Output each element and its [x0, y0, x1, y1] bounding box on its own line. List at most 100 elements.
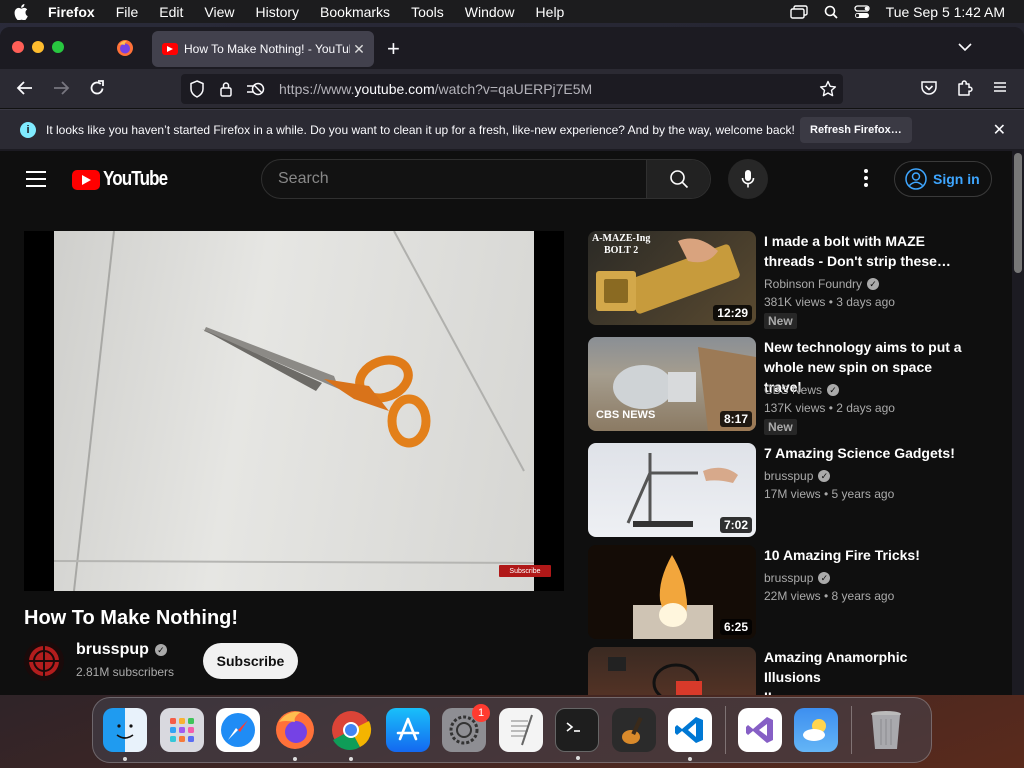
verified-check-icon: ✓ [818, 470, 831, 482]
menu-history[interactable]: History [255, 4, 299, 20]
firefox-view-icon[interactable] [116, 39, 134, 57]
new-badge: New [764, 419, 797, 435]
recommended-video-title[interactable]: 7 Amazing Science Gadgets! [764, 443, 964, 463]
subscribe-watermark[interactable]: Subscribe [499, 565, 551, 577]
video-thumbnail[interactable] [588, 647, 756, 695]
youtube-page: YouTube Sign in [0, 151, 1012, 695]
forward-arrow-icon[interactable] [52, 79, 70, 102]
menu-edit[interactable]: Edit [159, 4, 183, 20]
recommended-video-title[interactable]: Amazing Anamorphic IllusionsII [764, 647, 964, 695]
recommended-channel[interactable]: brusspup ✓ [764, 571, 831, 585]
sign-in-button[interactable]: Sign in [894, 161, 992, 197]
chevron-down-icon[interactable] [958, 39, 972, 57]
safari-icon[interactable] [216, 708, 260, 752]
video-thumbnail[interactable]: 7:02 [588, 443, 756, 537]
menu-file[interactable]: File [116, 4, 139, 20]
refresh-firefox-button[interactable]: Refresh Firefox… [800, 117, 912, 143]
video-meta: 137K views • 2 days ago [764, 401, 895, 415]
app-menu-hamburger-icon[interactable] [992, 79, 1008, 100]
zoom-window-button[interactable] [52, 41, 64, 53]
youtube-favicon-icon [162, 43, 178, 55]
app-store-icon[interactable] [385, 708, 430, 752]
scrollbar-thumb[interactable] [1014, 153, 1022, 273]
permissions-icon[interactable] [245, 80, 265, 98]
control-center-icon[interactable] [854, 4, 870, 19]
textedit-icon[interactable] [498, 708, 543, 752]
dock: 1 [92, 697, 932, 763]
recommended-video[interactable]: CBS NEWS 8:17 New technology aims to put… [588, 337, 968, 435]
menu-bookmarks[interactable]: Bookmarks [320, 4, 390, 20]
search-button[interactable] [646, 160, 710, 198]
recommended-video[interactable]: 7:02 7 Amazing Science Gadgets! brusspup… [588, 443, 968, 539]
apple-icon[interactable] [14, 3, 34, 20]
menu-clock[interactable]: Tue Sep 5 1:42 AM [886, 4, 1005, 20]
visual-studio-icon[interactable] [737, 708, 782, 752]
close-tab-icon[interactable]: ✕ [350, 41, 368, 58]
system-settings-icon[interactable]: 1 [442, 704, 490, 752]
notification-text: It looks like you haven’t started Firefo… [46, 122, 795, 137]
url-bar[interactable]: https://www.youtube.com/watch?v=qaUERPj7… [181, 74, 843, 104]
search-input[interactable] [262, 160, 646, 198]
menu-app-name[interactable]: Firefox [48, 4, 95, 20]
recommended-video[interactable]: 6:25 10 Amazing Fire Tricks! brusspup ✓ 2… [588, 545, 968, 641]
menu-view[interactable]: View [204, 4, 234, 20]
recommended-channel[interactable]: Robinson Foundry ✓ [764, 277, 880, 291]
video-thumbnail[interactable]: A-MAZE-Ing BOLT 2 12:29 [588, 231, 756, 325]
back-arrow-icon[interactable] [16, 79, 34, 102]
recommended-video-title[interactable]: 10 Amazing Fire Tricks! [764, 545, 964, 565]
search-box [261, 159, 711, 199]
search-icon [669, 170, 688, 189]
dock-separator [850, 706, 852, 754]
video-duration: 6:25 [719, 619, 752, 635]
cbs-news-watermark: CBS NEWS [596, 409, 656, 421]
video-title: How To Make Nothing! [24, 607, 239, 629]
lock-icon[interactable] [219, 81, 233, 97]
menu-help[interactable]: Help [536, 4, 565, 20]
thumbnail-text: A-MAZE-Ing [592, 233, 651, 244]
video-player[interactable]: Subscribe [24, 231, 564, 591]
channel-name[interactable]: brusspup ✓ [76, 641, 167, 659]
vscode-icon[interactable] [668, 708, 712, 761]
launchpad-icon[interactable] [159, 708, 204, 752]
youtube-logo[interactable]: YouTube [72, 168, 179, 191]
recommended-channel[interactable]: CBS News ✓ [764, 383, 840, 397]
verified-check-icon: ✓ [867, 278, 880, 290]
pocket-icon[interactable] [920, 79, 938, 102]
guide-menu-icon[interactable] [26, 171, 46, 192]
settings-kebab-icon[interactable] [858, 169, 874, 190]
youtube-play-icon [72, 169, 100, 190]
terminal-icon[interactable] [555, 708, 599, 760]
close-icon[interactable]: ✕ [993, 120, 1006, 140]
finder-icon[interactable] [103, 708, 147, 761]
close-window-button[interactable] [12, 41, 24, 53]
info-icon: i [20, 121, 36, 138]
channel-avatar[interactable] [24, 641, 64, 681]
weather-icon[interactable] [794, 708, 838, 752]
video-thumbnail[interactable]: 6:25 [588, 545, 756, 639]
recommended-channel[interactable]: brusspup ✓ [764, 469, 831, 483]
bookmark-star-icon[interactable] [819, 80, 837, 103]
recommended-video-title[interactable]: I made a bolt with MAZE threads - Don't s… [764, 231, 964, 271]
new-tab-button[interactable]: + [387, 36, 400, 62]
menu-tools[interactable]: Tools [411, 4, 444, 20]
chrome-icon[interactable] [329, 708, 373, 761]
page-scrollbar[interactable] [1012, 151, 1024, 695]
subscribe-button[interactable]: Subscribe [203, 643, 298, 679]
tracking-protection-shield-icon[interactable] [189, 80, 205, 98]
screen-mirroring-icon[interactable] [789, 4, 808, 19]
recommended-video[interactable]: Amazing Anamorphic IllusionsII [588, 647, 968, 695]
voice-search-mic-icon[interactable] [728, 159, 768, 199]
minimize-window-button[interactable] [32, 41, 44, 53]
extensions-puzzle-icon[interactable] [956, 79, 974, 102]
garageband-icon[interactable] [611, 708, 656, 752]
recommended-video[interactable]: A-MAZE-Ing BOLT 2 12:29 I made a bolt wi… [588, 231, 968, 329]
reload-icon[interactable] [88, 79, 106, 102]
trash-icon[interactable] [864, 708, 908, 752]
tab-youtube[interactable]: How To Make Nothing! - YouTube ✕ [152, 31, 374, 67]
url-text[interactable]: https://www.youtube.com/watch?v=qaUERPj7… [279, 81, 592, 97]
firefox-icon[interactable] [273, 708, 317, 761]
video-thumbnail[interactable]: CBS NEWS 8:17 [588, 337, 756, 431]
spotlight-search-icon[interactable] [824, 5, 838, 19]
video-meta: 17M views • 5 years ago [764, 487, 895, 501]
menu-window[interactable]: Window [465, 4, 515, 20]
